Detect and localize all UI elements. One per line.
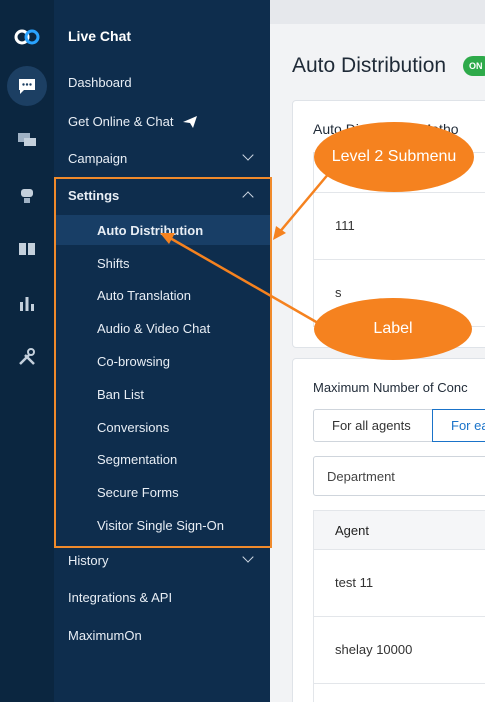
department-select[interactable]: Department xyxy=(313,456,485,496)
tools-icon[interactable] xyxy=(7,337,47,377)
sidebar-item-history[interactable]: History xyxy=(68,551,256,568)
divider xyxy=(313,616,485,617)
table-row[interactable]: test 11 xyxy=(335,575,373,590)
sidebar-item-dashboard[interactable]: Dashboard xyxy=(68,75,132,90)
table-row[interactable]: 111 xyxy=(335,218,355,233)
sidebar-item-label: Get Online & Chat xyxy=(68,114,174,129)
table-row[interactable]: s xyxy=(335,285,342,300)
settings-highlight-box xyxy=(54,177,272,548)
column-header-agent: Agent xyxy=(313,510,485,550)
bot-icon[interactable] xyxy=(7,175,47,215)
sidebar-item-campaign[interactable]: Campaign xyxy=(68,149,256,166)
book-icon[interactable] xyxy=(7,229,47,269)
menu-title: Live Chat xyxy=(68,28,132,44)
sidebar-item-get-online[interactable]: Get Online & Chat xyxy=(68,114,198,129)
divider xyxy=(313,259,485,260)
divider xyxy=(313,192,485,193)
annotation-level2-submenu: Level 2 Submenu xyxy=(314,122,474,192)
sidebar-item-label: Campaign xyxy=(68,151,128,166)
paper-plane-icon xyxy=(182,115,197,128)
top-bar xyxy=(270,0,485,24)
divider xyxy=(313,683,485,684)
tab-for-all-agents[interactable]: For all agents xyxy=(313,409,433,442)
status-badge[interactable]: ON xyxy=(463,56,485,76)
table-row[interactable]: shelay 10000 xyxy=(335,642,412,657)
sidebar-item-label: History xyxy=(68,553,109,568)
chat-bubble-icon[interactable] xyxy=(7,66,47,106)
tab-for-each-agent[interactable]: For ea xyxy=(432,409,485,442)
chevron-down-icon xyxy=(242,551,254,563)
annotation-label: Label xyxy=(314,298,472,360)
messages-icon[interactable] xyxy=(7,120,47,160)
table-border xyxy=(313,152,314,327)
sidebar-item-maximumon[interactable]: MaximumOn xyxy=(68,628,142,643)
chevron-down-icon xyxy=(242,149,254,161)
table-border xyxy=(313,550,314,702)
logo-icon[interactable] xyxy=(13,27,41,47)
icon-rail xyxy=(0,0,54,702)
page-title: Auto Distribution xyxy=(292,54,447,77)
sidebar-item-integrations[interactable]: Integrations & API xyxy=(68,590,172,605)
card-title: Maximum Number of Conc xyxy=(313,380,468,395)
bar-chart-icon[interactable] xyxy=(7,283,47,323)
